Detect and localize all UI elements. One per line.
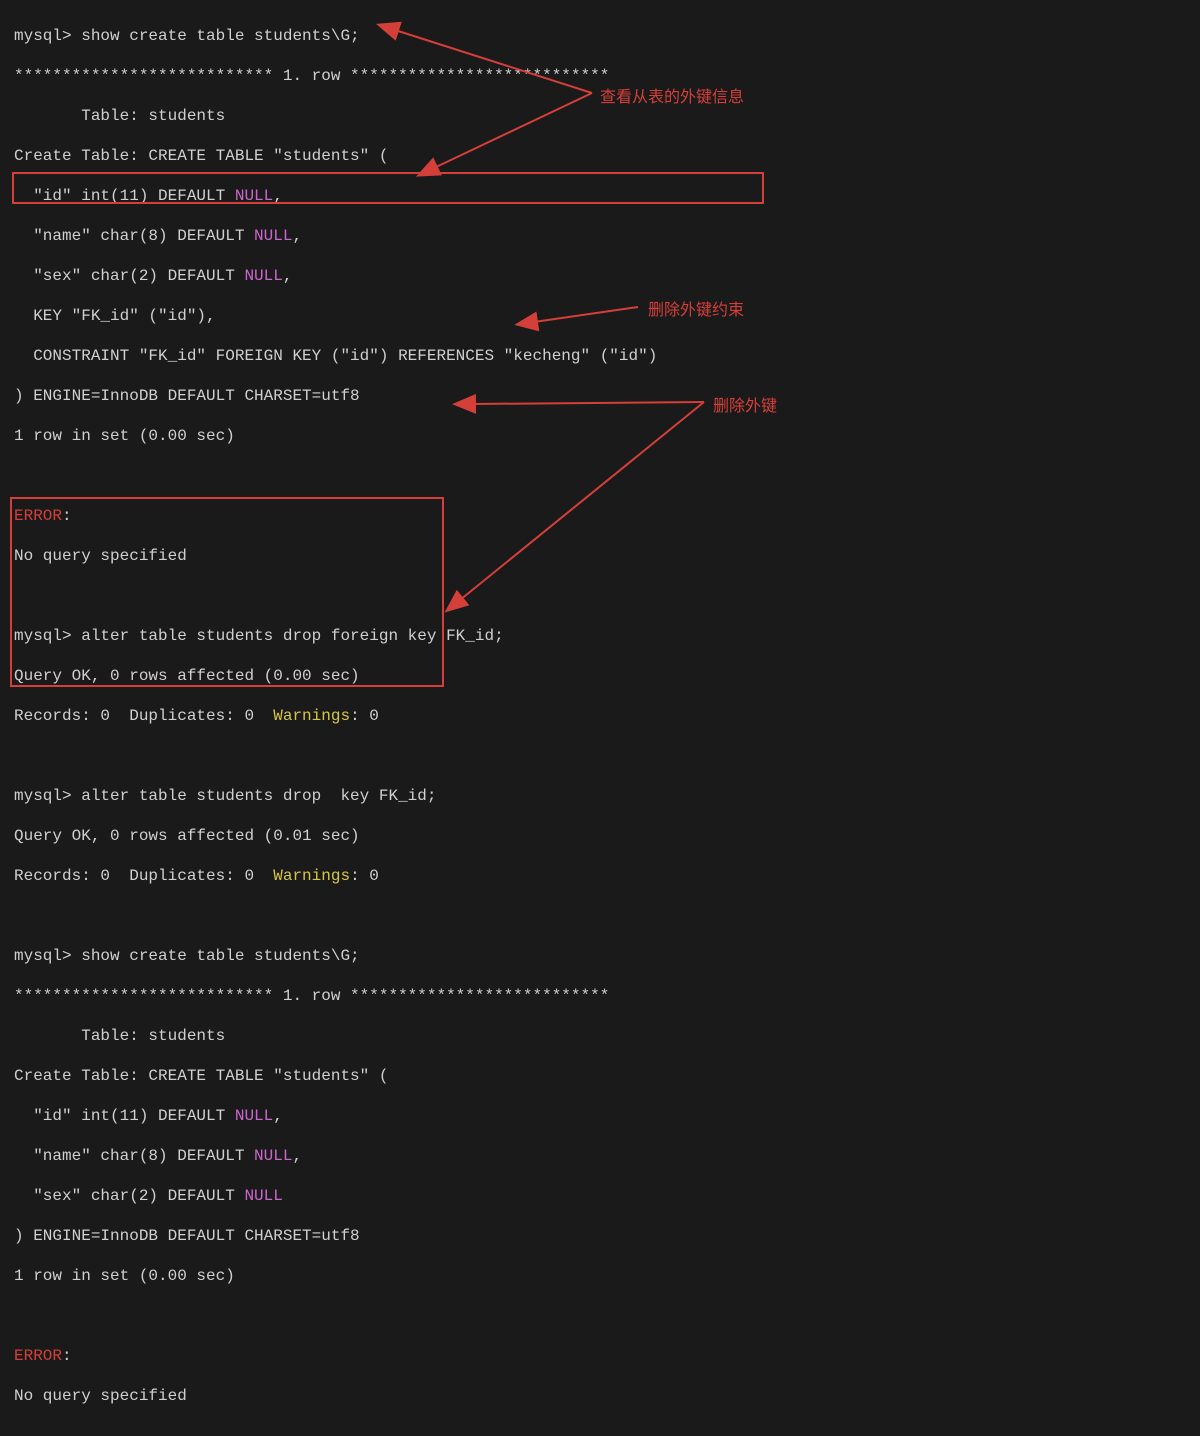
query-ok: Query OK, 0 rows affected (0.01 sec) — [14, 826, 1190, 846]
query-ok: Query OK, 0 rows affected (0.00 sec) — [14, 666, 1190, 686]
null-keyword: NULL — [244, 267, 282, 285]
blank — [14, 746, 1190, 766]
blank — [14, 466, 1190, 486]
null-keyword: NULL — [254, 227, 292, 245]
create-table-line: Create Table: CREATE TABLE "students" ( — [14, 146, 1190, 166]
error-msg: No query specified — [14, 1386, 1190, 1406]
terminal-output: mysql> show create table students\G; ***… — [0, 0, 1200, 1436]
rows-in-set: 1 row in set (0.00 sec) — [14, 1266, 1190, 1286]
key-line: KEY "FK_id" ("id"), — [14, 306, 1190, 326]
create-table-line: Create Table: CREATE TABLE "students" ( — [14, 1066, 1190, 1086]
warnings-keyword: Warnings — [273, 867, 350, 885]
records-line: Records: 0 Duplicates: 0 Warnings: 0 — [14, 706, 1190, 726]
null-keyword: NULL — [235, 1107, 273, 1125]
col-name: "name" char(8) DEFAULT NULL, — [14, 1146, 1190, 1166]
error-line: ERROR: — [14, 506, 1190, 526]
row-separator: *************************** 1. row *****… — [14, 66, 1190, 86]
engine-line: ) ENGINE=InnoDB DEFAULT CHARSET=utf8 — [14, 386, 1190, 406]
rows-in-set: 1 row in set (0.00 sec) — [14, 426, 1190, 446]
blank — [14, 906, 1190, 926]
null-keyword: NULL — [244, 1187, 282, 1205]
table-name: Table: students — [14, 1026, 1190, 1046]
warnings-keyword: Warnings — [273, 707, 350, 725]
cmd-show-create-2: mysql> show create table students\G; — [14, 946, 1190, 966]
col-id: "id" int(11) DEFAULT NULL, — [14, 186, 1190, 206]
col-name: "name" char(8) DEFAULT NULL, — [14, 226, 1190, 246]
col-id: "id" int(11) DEFAULT NULL, — [14, 1106, 1190, 1126]
blank — [14, 586, 1190, 606]
cmd-show-create-1: mysql> show create table students\G; — [14, 26, 1190, 46]
cmd-drop-key: mysql> alter table students drop key FK_… — [14, 786, 1190, 806]
error-keyword: ERROR — [14, 507, 62, 525]
constraint-line: CONSTRAINT "FK_id" FOREIGN KEY ("id") RE… — [14, 346, 1190, 366]
col-sex: "sex" char(2) DEFAULT NULL, — [14, 266, 1190, 286]
col-sex: "sex" char(2) DEFAULT NULL — [14, 1186, 1190, 1206]
error-keyword: ERROR — [14, 1347, 62, 1365]
error-msg: No query specified — [14, 546, 1190, 566]
cmd-drop-fk: mysql> alter table students drop foreign… — [14, 626, 1190, 646]
error-line: ERROR: — [14, 1346, 1190, 1366]
null-keyword: NULL — [254, 1147, 292, 1165]
row-separator: *************************** 1. row *****… — [14, 986, 1190, 1006]
engine-line: ) ENGINE=InnoDB DEFAULT CHARSET=utf8 — [14, 1226, 1190, 1246]
null-keyword: NULL — [235, 187, 273, 205]
table-name: Table: students — [14, 106, 1190, 126]
records-line: Records: 0 Duplicates: 0 Warnings: 0 — [14, 866, 1190, 886]
blank — [14, 1306, 1190, 1326]
